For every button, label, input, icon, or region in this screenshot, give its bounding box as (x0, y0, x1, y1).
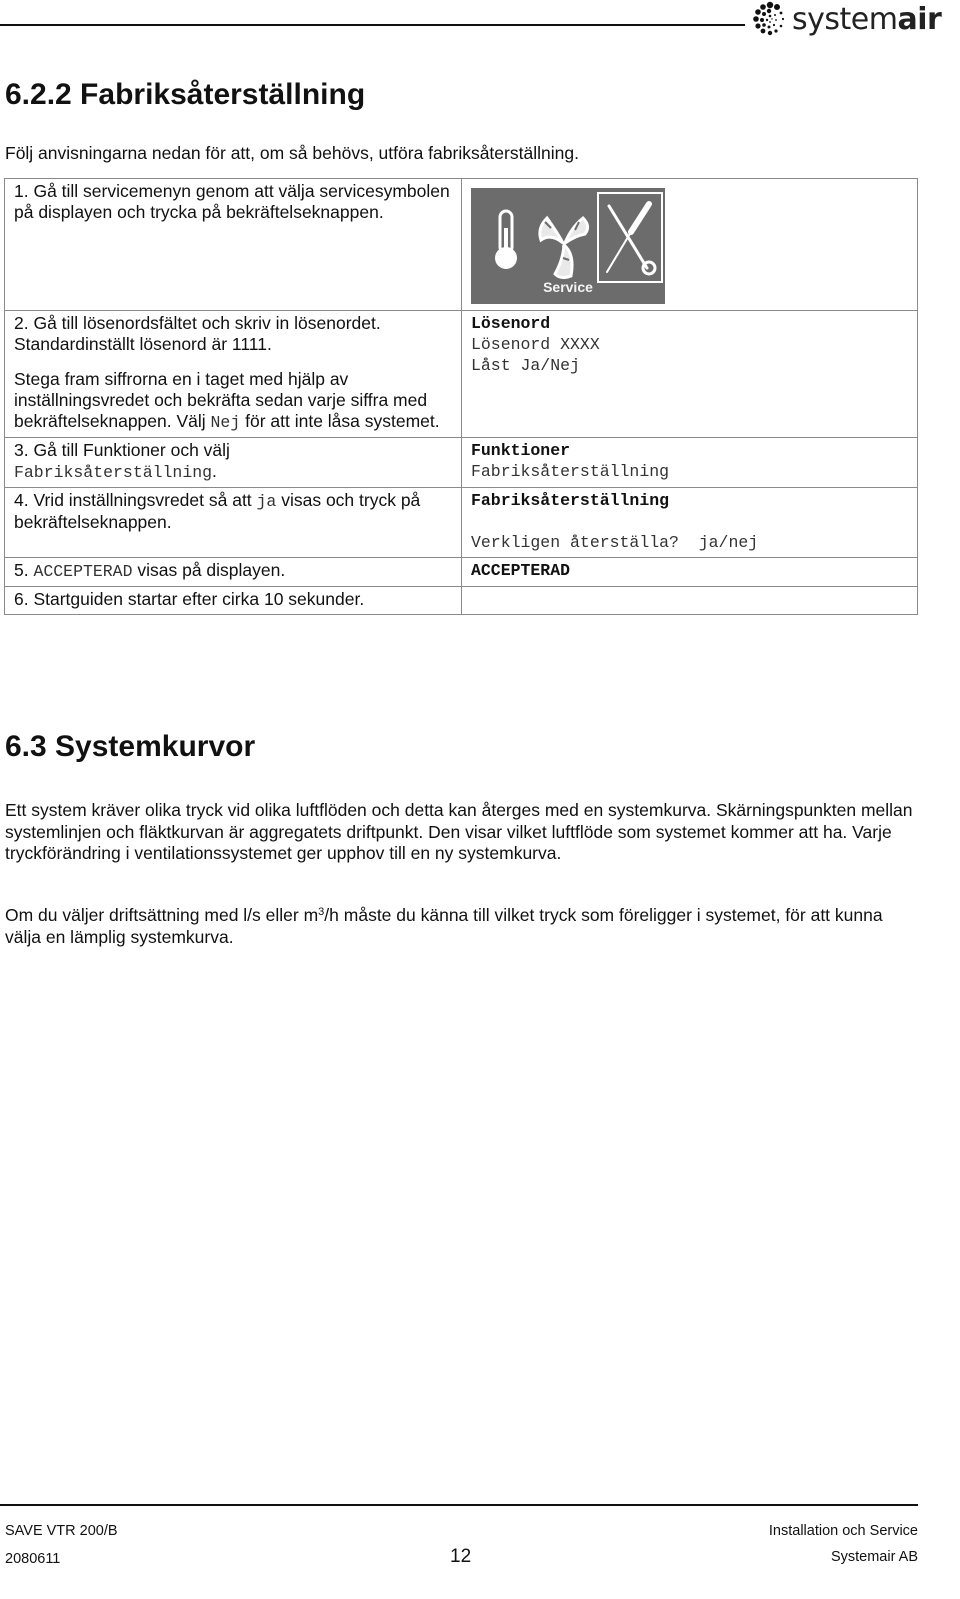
paragraph-text-part: Om du väljer driftsättning med l/s eller… (5, 905, 319, 925)
footer-doc-number: 2080611 (5, 1551, 61, 1567)
step-4-text: 4. Vrid inställningsvredet så att ja vis… (4, 487, 462, 558)
step-text: 1. Gå till servicemenyn genom att välja … (14, 181, 450, 222)
display-code-text: ACCEPTERAD (33, 562, 133, 581)
step-2-text: 2. Gå till lösenordsfältet och skriv in … (4, 310, 462, 438)
step-text-part: för att inte låsa systemet. (240, 411, 440, 431)
step-1-text: 1. Gå till servicemenyn genom att välja … (4, 178, 462, 311)
footer-manual-title: Installation och Service (768, 1523, 918, 1539)
system-curves-paragraph-1: Ett system kräver olika tryck vid olika … (5, 800, 913, 863)
display-line: Låst Ja/Nej (471, 356, 580, 375)
footer-rule (0, 1504, 918, 1506)
intro-paragraph: Följ anvisningarna nedan för att, om så … (5, 143, 579, 163)
systemair-logo: systemair (750, 0, 960, 40)
step-2-display: Lösenord Lösenord XXXX Låst Ja/Nej (461, 310, 918, 438)
steps-table: 1. Gå till servicemenyn genom att välja … (4, 178, 918, 615)
table-row: 2. Gå till lösenordsfältet och skriv in … (4, 310, 918, 438)
display-blank-line (471, 511, 908, 532)
step-text-part: visas på displayen. (132, 560, 286, 580)
step-text: 2. Gå till lösenordsfältet och skriv in … (14, 313, 381, 354)
step-3-display: Funktioner Fabriksåterställning (461, 437, 918, 488)
table-row: 4. Vrid inställningsvredet så att ja vis… (4, 487, 918, 558)
page-number: 12 (450, 1546, 472, 1567)
service-tools-icon (597, 192, 663, 283)
step-5-text: 5. ACCEPTERAD visas på displayen. (4, 557, 462, 587)
logo-text-light: system (792, 2, 898, 37)
display-heading: Fabriksåterställning (471, 491, 670, 510)
system-curves-paragraph-2: Om du väljer driftsättning med l/s eller… (5, 902, 920, 948)
display-heading: ACCEPTERAD (471, 561, 571, 580)
step-6-text: 6. Startguiden startar efter cirka 10 se… (4, 586, 462, 615)
table-row: 1. Gå till servicemenyn genom att välja … (4, 178, 918, 311)
footer-company: Systemair AB (830, 1549, 918, 1565)
fan-icon (538, 215, 590, 280)
display-line: Verkligen återställa? ja/nej (471, 533, 759, 552)
service-label: Service (543, 279, 593, 295)
step-text: 6. Startguiden startar efter cirka 10 se… (14, 589, 365, 609)
step-text-part: 5. (14, 560, 34, 580)
header-rule (0, 24, 745, 26)
display-line: Fabriksåterställning (471, 462, 670, 481)
table-row: 6. Startguiden startar efter cirka 10 se… (4, 586, 918, 615)
display-heading: Funktioner (471, 441, 571, 460)
table-row: 5. ACCEPTERAD visas på displayen. ACCEPT… (4, 557, 918, 587)
section-title-system-curves: 6.3 Systemkurvor (5, 730, 256, 763)
step-text-part: . (212, 461, 217, 481)
step-text: Stega fram siffrorna en i taget med hjäl… (14, 369, 452, 433)
step-4-display: Fabriksåterställning Verkligen återställ… (461, 487, 918, 558)
display-code-text: ja (256, 492, 277, 511)
step-1-display: Service (461, 178, 918, 311)
logo-wordmark: systemair (792, 2, 942, 37)
display-service-panel: Service (471, 188, 665, 304)
display-code-text: Nej (210, 413, 241, 432)
display-heading: Lösenord (471, 314, 551, 333)
section-title-factory-reset: 6.2.2 Fabriksåterställning (5, 78, 366, 111)
step-6-display (461, 586, 918, 615)
display-line: Lösenord XXXX (471, 335, 600, 354)
logo-text-bold: air (897, 2, 942, 37)
step-5-display: ACCEPTERAD (461, 557, 918, 587)
step-text: 3. Gå till Funktioner och välj (14, 440, 230, 460)
step-3-text: 3. Gå till Funktioner och välj Fabriksåt… (4, 437, 462, 488)
table-row: 3. Gå till Funktioner och välj Fabriksåt… (4, 437, 918, 488)
display-code-text: Fabriksåterställning (14, 463, 213, 482)
footer-model: SAVE VTR 200/B (5, 1523, 118, 1539)
systemair-dot-spiral-icon (753, 1, 785, 36)
thermometer-icon (495, 209, 517, 269)
step-text-part: 4. Vrid inställningsvredet så att (14, 490, 257, 510)
